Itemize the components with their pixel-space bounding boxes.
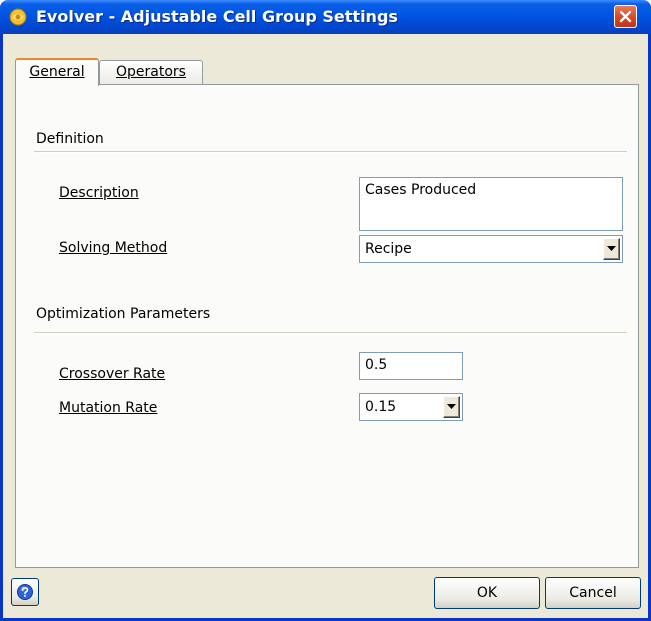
close-button[interactable]	[614, 5, 637, 28]
tab-operators-label: Operators	[116, 64, 186, 80]
solving-method-dropdown-button[interactable]	[603, 238, 620, 260]
optimization-separator	[34, 332, 627, 334]
tab-general[interactable]: General	[15, 58, 99, 86]
help-button[interactable]	[11, 578, 39, 606]
ok-button[interactable]: OK	[434, 577, 540, 609]
definition-separator	[34, 151, 627, 153]
description-label: Description	[59, 185, 139, 201]
dialog-window: Evolver - Adjustable Cell Group Settings…	[0, 0, 651, 621]
dialog-button-bar: OK Cancel	[3, 572, 648, 618]
optimization-section-label: Optimization Parameters	[36, 306, 211, 322]
mutation-rate-select[interactable]: 0.15	[359, 393, 463, 421]
window-title: Evolver - Adjustable Cell Group Settings	[36, 7, 398, 26]
help-icon	[17, 584, 33, 600]
chevron-down-icon	[607, 246, 616, 251]
chevron-down-icon	[447, 404, 456, 409]
solving-method-label: Solving Method	[59, 240, 168, 256]
definition-section-label: Definition	[36, 131, 104, 147]
solving-method-value: Recipe	[365, 241, 412, 257]
description-input[interactable]: Cases Produced	[359, 177, 623, 231]
crossover-rate-label: Crossover Rate	[59, 366, 166, 382]
general-tab-panel: Definition Description Cases Produced So…	[15, 84, 639, 568]
tab-operators[interactable]: Operators	[99, 60, 203, 84]
mutation-rate-dropdown-button[interactable]	[443, 396, 460, 418]
mutation-rate-value: 0.15	[365, 399, 397, 415]
tab-general-label: General	[29, 64, 85, 80]
solving-method-select[interactable]: Recipe	[359, 235, 623, 263]
crossover-rate-input[interactable]: 0.5	[359, 352, 463, 380]
evolver-app-icon	[9, 8, 27, 26]
mutation-rate-label: Mutation Rate	[59, 400, 158, 416]
close-icon	[619, 10, 632, 23]
title-bar[interactable]: Evolver - Adjustable Cell Group Settings	[0, 0, 651, 34]
cancel-button[interactable]: Cancel	[545, 577, 641, 609]
